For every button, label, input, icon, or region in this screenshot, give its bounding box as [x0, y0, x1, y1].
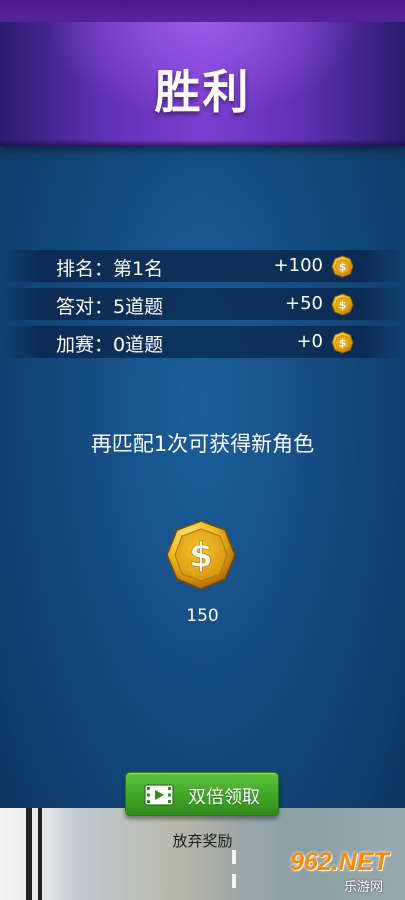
reward-row-rank: 排名：第1名 +100 $	[0, 250, 405, 282]
reward-row-extra: 加赛：0道题 +0 $	[0, 326, 405, 358]
svg-text:$: $	[339, 262, 346, 274]
road-edge-line	[38, 808, 42, 900]
reward-label: 答对：5道题	[56, 296, 164, 318]
coin-icon: $	[331, 293, 354, 316]
reward-row-correct: 答对：5道题 +50 $	[0, 288, 405, 320]
dollar-coin-icon: $	[166, 520, 236, 590]
coin-total: 150	[186, 606, 219, 626]
road-edge-line	[26, 808, 32, 900]
victory-screen: 胜利 排名：第1名 +100 $ 答对：5道题 +50 $ 加赛：0道题 +0 …	[0, 0, 405, 900]
status-bar	[0, 0, 405, 22]
double-reward-button[interactable]: 双倍领取	[125, 772, 279, 816]
reward-list: 排名：第1名 +100 $ 答对：5道题 +50 $ 加赛：0道题 +0 $	[0, 250, 405, 364]
svg-text:$: $	[189, 536, 213, 576]
site-watermark: 962.NET 乐游网	[264, 848, 402, 896]
double-reward-label: 双倍领取	[188, 787, 260, 808]
lane-dash	[232, 850, 236, 864]
reward-value: +50	[285, 293, 323, 314]
reward-label: 排名：第1名	[56, 258, 164, 280]
reward-value: +0	[296, 331, 323, 352]
svg-text:$: $	[339, 300, 346, 312]
watermark-brand: 962.NET	[290, 848, 389, 876]
svg-text:$: $	[339, 338, 346, 350]
page-title: 胜利	[154, 65, 251, 119]
video-icon	[144, 784, 174, 806]
lane-dash	[232, 874, 236, 888]
coin-icon: $	[331, 255, 354, 278]
title-banner: 胜利	[0, 22, 405, 146]
reward-label: 加赛：0道题	[56, 334, 164, 356]
new-character-message: 再匹配1次可获得新角色	[90, 432, 315, 456]
watermark-subtitle: 乐游网	[344, 880, 384, 895]
reward-value: +100	[273, 255, 323, 276]
coin-icon: $	[331, 331, 354, 354]
